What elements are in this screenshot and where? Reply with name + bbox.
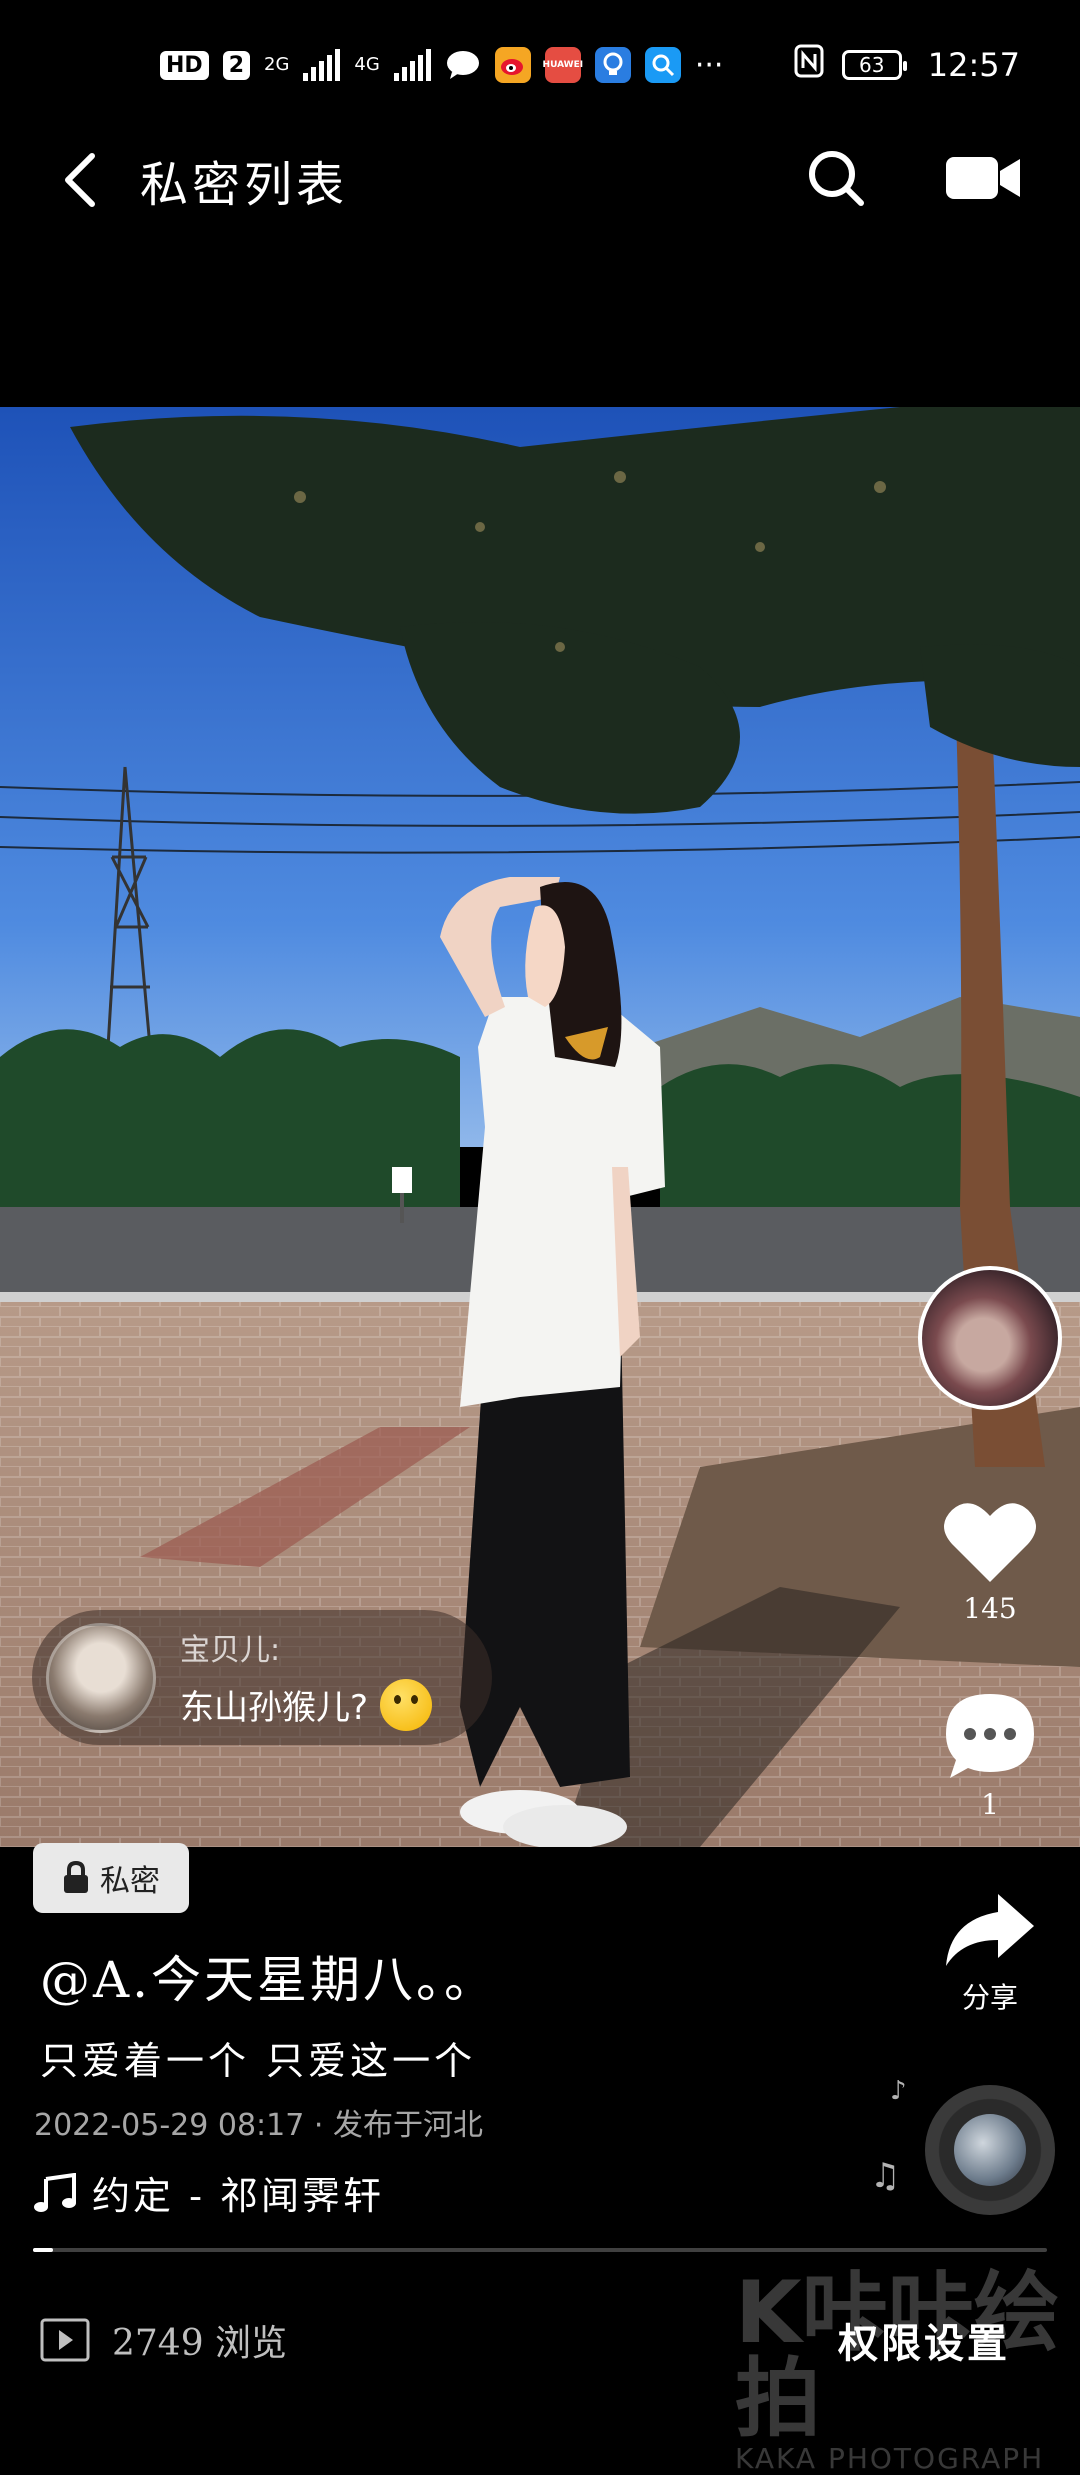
- lock-icon: [64, 1861, 88, 1893]
- weibo-icon: [494, 47, 531, 83]
- share-label: 分享: [961, 1981, 1018, 2014]
- signal-icon: [303, 49, 341, 81]
- comment-body: 东山孙猴儿?: [180, 1678, 433, 1731]
- bottom-bar: 2749 浏览 权限设置: [0, 2280, 1080, 2400]
- clock: 12:57: [927, 46, 1020, 84]
- back-arrow-icon[interactable]: [60, 150, 110, 210]
- nfc-icon: [794, 44, 824, 86]
- music-note-icon: ♪: [890, 2076, 907, 2106]
- views-info: 2749 浏览: [40, 2314, 287, 2366]
- page-title: 私密列表: [140, 157, 349, 213]
- share-button[interactable]: 分享: [930, 1890, 1050, 2016]
- header-actions: [806, 148, 1020, 212]
- huawei-icon: HUAWEI: [543, 47, 583, 83]
- music-info[interactable]: 约定 - 祁闻霁轩: [34, 2165, 384, 2220]
- post-caption: 只爱着一个 只爱这一个: [40, 2039, 477, 2083]
- author-avatar[interactable]: [918, 1266, 1062, 1410]
- heart-icon: [944, 1503, 1036, 1582]
- battery-level: 63: [859, 53, 885, 77]
- network-label-1: 2G: [264, 54, 290, 75]
- camera-icon[interactable]: [946, 153, 1020, 207]
- comment-content: 宝贝儿: 东山孙猴儿?: [180, 1625, 433, 1731]
- video-progress-bar[interactable]: [33, 2248, 1047, 2252]
- watermark-text: KAKA PHOTOGRAPH: [735, 2442, 1045, 2475]
- search-app-icon: [644, 47, 681, 83]
- lightbulb-icon: [594, 47, 631, 83]
- top-navigation: 私密列表: [0, 130, 1080, 230]
- comment-bubble[interactable]: 宝贝儿: 东山孙猴儿?: [32, 1610, 492, 1745]
- music-disc[interactable]: [925, 2085, 1055, 2215]
- post-author[interactable]: @A.今天星期八。。: [40, 1940, 497, 2012]
- post-meta: 2022-05-29 08:17 · 发布于河北: [34, 2108, 483, 2143]
- shush-emoji-icon: [380, 1678, 433, 1731]
- comment-button[interactable]: 1: [930, 1690, 1050, 1821]
- play-icon: [40, 2318, 90, 2362]
- permission-settings-button[interactable]: 权限设置: [838, 2311, 1010, 2369]
- comment-author: 宝贝儿:: [180, 1632, 281, 1668]
- status-bar: HD 2 2G 4G HUAWEI ··· 63 12:57: [0, 0, 1080, 130]
- comment-text: 东山孙猴儿?: [180, 1688, 369, 1728]
- music-cover: [954, 2114, 1026, 2186]
- sim-badge: 2: [222, 50, 250, 80]
- commenter-avatar[interactable]: [46, 1622, 156, 1733]
- private-badge[interactable]: 私密: [33, 1843, 189, 1913]
- battery-icon: 63: [841, 50, 907, 80]
- comment-count: 1: [981, 1788, 999, 1821]
- hd-badge: HD: [160, 50, 209, 80]
- music-note-icon: ♫: [870, 2156, 901, 2196]
- signal-icon: [393, 49, 431, 81]
- progress-fill: [33, 2248, 54, 2252]
- share-arrow-icon: [946, 1894, 1034, 1966]
- message-icon: [445, 47, 481, 83]
- music-note-icon: [34, 2172, 76, 2212]
- comment-icon: [946, 1694, 1034, 1778]
- music-title: 约定 - 祁闻霁轩: [92, 2174, 384, 2218]
- view-count: 2749 浏览: [112, 2323, 288, 2364]
- more-notifications-icon: ···: [694, 47, 724, 83]
- like-button[interactable]: 145: [930, 1498, 1050, 1625]
- private-label: 私密: [100, 1864, 160, 1899]
- status-left: HD 2 2G 4G HUAWEI ···: [160, 47, 723, 83]
- network-label-2: 4G: [354, 54, 380, 75]
- search-icon[interactable]: [806, 148, 866, 212]
- like-count: 145: [963, 1592, 1017, 1625]
- status-right: 63 12:57: [794, 44, 1020, 86]
